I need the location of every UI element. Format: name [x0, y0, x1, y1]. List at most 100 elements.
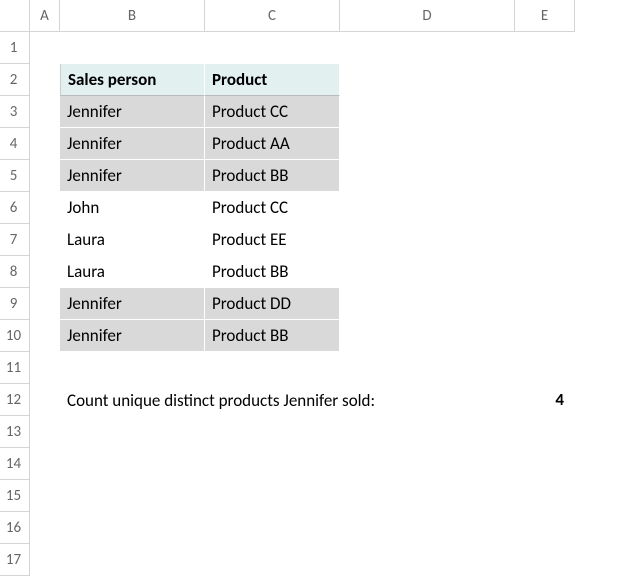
cell-e17[interactable] — [515, 544, 575, 576]
cell-e9[interactable] — [515, 288, 575, 320]
col-header-d[interactable]: D — [340, 0, 515, 32]
cell-e16[interactable] — [515, 512, 575, 544]
row-header-13[interactable]: 13 — [0, 416, 30, 448]
row-header-7[interactable]: 7 — [0, 224, 30, 256]
cell-a14[interactable] — [30, 448, 60, 480]
cell-b9[interactable]: Jennifer — [60, 288, 205, 320]
cell-e6[interactable] — [515, 192, 575, 224]
cell-a2[interactable] — [30, 64, 60, 96]
cell-d17[interactable] — [340, 544, 515, 576]
cell-a15[interactable] — [30, 480, 60, 512]
cell-d3[interactable] — [340, 96, 515, 128]
cell-e7[interactable] — [515, 224, 575, 256]
cell-a3[interactable] — [30, 96, 60, 128]
cell-b1[interactable] — [60, 32, 205, 64]
row-header-10[interactable]: 10 — [0, 320, 30, 352]
table-header-person[interactable]: Sales person — [60, 64, 205, 96]
cell-b13[interactable] — [60, 416, 205, 448]
cell-e10[interactable] — [515, 320, 575, 352]
cell-a16[interactable] — [30, 512, 60, 544]
cell-b16[interactable] — [60, 512, 205, 544]
col-header-b[interactable]: B — [60, 0, 205, 32]
row-header-4[interactable]: 4 — [0, 128, 30, 160]
cell-e5[interactable] — [515, 160, 575, 192]
cell-d1[interactable] — [340, 32, 515, 64]
cell-c17[interactable] — [205, 544, 340, 576]
cell-b10[interactable]: Jennifer — [60, 320, 205, 352]
cell-c7[interactable]: Product EE — [205, 224, 340, 256]
cell-c9[interactable]: Product DD — [205, 288, 340, 320]
cell-b3[interactable]: Jennifer — [60, 96, 205, 128]
col-header-a[interactable]: A — [30, 0, 60, 32]
cell-c14[interactable] — [205, 448, 340, 480]
cell-e15[interactable] — [515, 480, 575, 512]
row-header-11[interactable]: 11 — [0, 352, 30, 384]
cell-d16[interactable] — [340, 512, 515, 544]
cell-a4[interactable] — [30, 128, 60, 160]
col-header-c[interactable]: C — [205, 0, 340, 32]
spreadsheet-grid[interactable]: A B C D E 1 2 Sales person Product 3 Jen… — [0, 0, 639, 576]
cell-a11[interactable] — [30, 352, 60, 384]
cell-a17[interactable] — [30, 544, 60, 576]
cell-e1[interactable] — [515, 32, 575, 64]
cell-d11[interactable] — [340, 352, 515, 384]
cell-c6[interactable]: Product CC — [205, 192, 340, 224]
cell-a10[interactable] — [30, 320, 60, 352]
col-header-e[interactable]: E — [515, 0, 575, 32]
cell-d6[interactable] — [340, 192, 515, 224]
row-header-5[interactable]: 5 — [0, 160, 30, 192]
cell-b6[interactable]: John — [60, 192, 205, 224]
cell-e2[interactable] — [515, 64, 575, 96]
table-header-product[interactable]: Product — [205, 64, 340, 96]
row-header-16[interactable]: 16 — [0, 512, 30, 544]
cell-a9[interactable] — [30, 288, 60, 320]
cell-c11[interactable] — [205, 352, 340, 384]
summary-value[interactable]: 4 — [515, 384, 575, 416]
cell-b14[interactable] — [60, 448, 205, 480]
cell-c1[interactable] — [205, 32, 340, 64]
row-header-9[interactable]: 9 — [0, 288, 30, 320]
cell-a8[interactable] — [30, 256, 60, 288]
row-header-1[interactable]: 1 — [0, 32, 30, 64]
cell-a6[interactable] — [30, 192, 60, 224]
cell-e14[interactable] — [515, 448, 575, 480]
cell-c16[interactable] — [205, 512, 340, 544]
cell-b15[interactable] — [60, 480, 205, 512]
cell-a1[interactable] — [30, 32, 60, 64]
cell-d14[interactable] — [340, 448, 515, 480]
row-header-6[interactable]: 6 — [0, 192, 30, 224]
row-header-15[interactable]: 15 — [0, 480, 30, 512]
cell-e4[interactable] — [515, 128, 575, 160]
cell-b17[interactable] — [60, 544, 205, 576]
cell-e11[interactable] — [515, 352, 575, 384]
cell-c15[interactable] — [205, 480, 340, 512]
row-header-14[interactable]: 14 — [0, 448, 30, 480]
row-header-17[interactable]: 17 — [0, 544, 30, 576]
cell-e8[interactable] — [515, 256, 575, 288]
cell-b11[interactable] — [60, 352, 205, 384]
cell-c4[interactable]: Product AA — [205, 128, 340, 160]
cell-d10[interactable] — [340, 320, 515, 352]
cell-a12[interactable] — [30, 384, 60, 416]
summary-label[interactable]: Count unique distinct products Jennifer … — [60, 384, 515, 416]
cell-d7[interactable] — [340, 224, 515, 256]
row-header-2[interactable]: 2 — [0, 64, 30, 96]
row-header-3[interactable]: 3 — [0, 96, 30, 128]
cell-d8[interactable] — [340, 256, 515, 288]
cell-e13[interactable] — [515, 416, 575, 448]
cell-a5[interactable] — [30, 160, 60, 192]
cell-d15[interactable] — [340, 480, 515, 512]
cell-c8[interactable]: Product BB — [205, 256, 340, 288]
cell-d13[interactable] — [340, 416, 515, 448]
cell-b7[interactable]: Laura — [60, 224, 205, 256]
cell-c3[interactable]: Product CC — [205, 96, 340, 128]
cell-d9[interactable] — [340, 288, 515, 320]
cell-d5[interactable] — [340, 160, 515, 192]
cell-e3[interactable] — [515, 96, 575, 128]
cell-d2[interactable] — [340, 64, 515, 96]
row-header-12[interactable]: 12 — [0, 384, 30, 416]
cell-c5[interactable]: Product BB — [205, 160, 340, 192]
cell-b8[interactable]: Laura — [60, 256, 205, 288]
cell-a13[interactable] — [30, 416, 60, 448]
cell-b5[interactable]: Jennifer — [60, 160, 205, 192]
